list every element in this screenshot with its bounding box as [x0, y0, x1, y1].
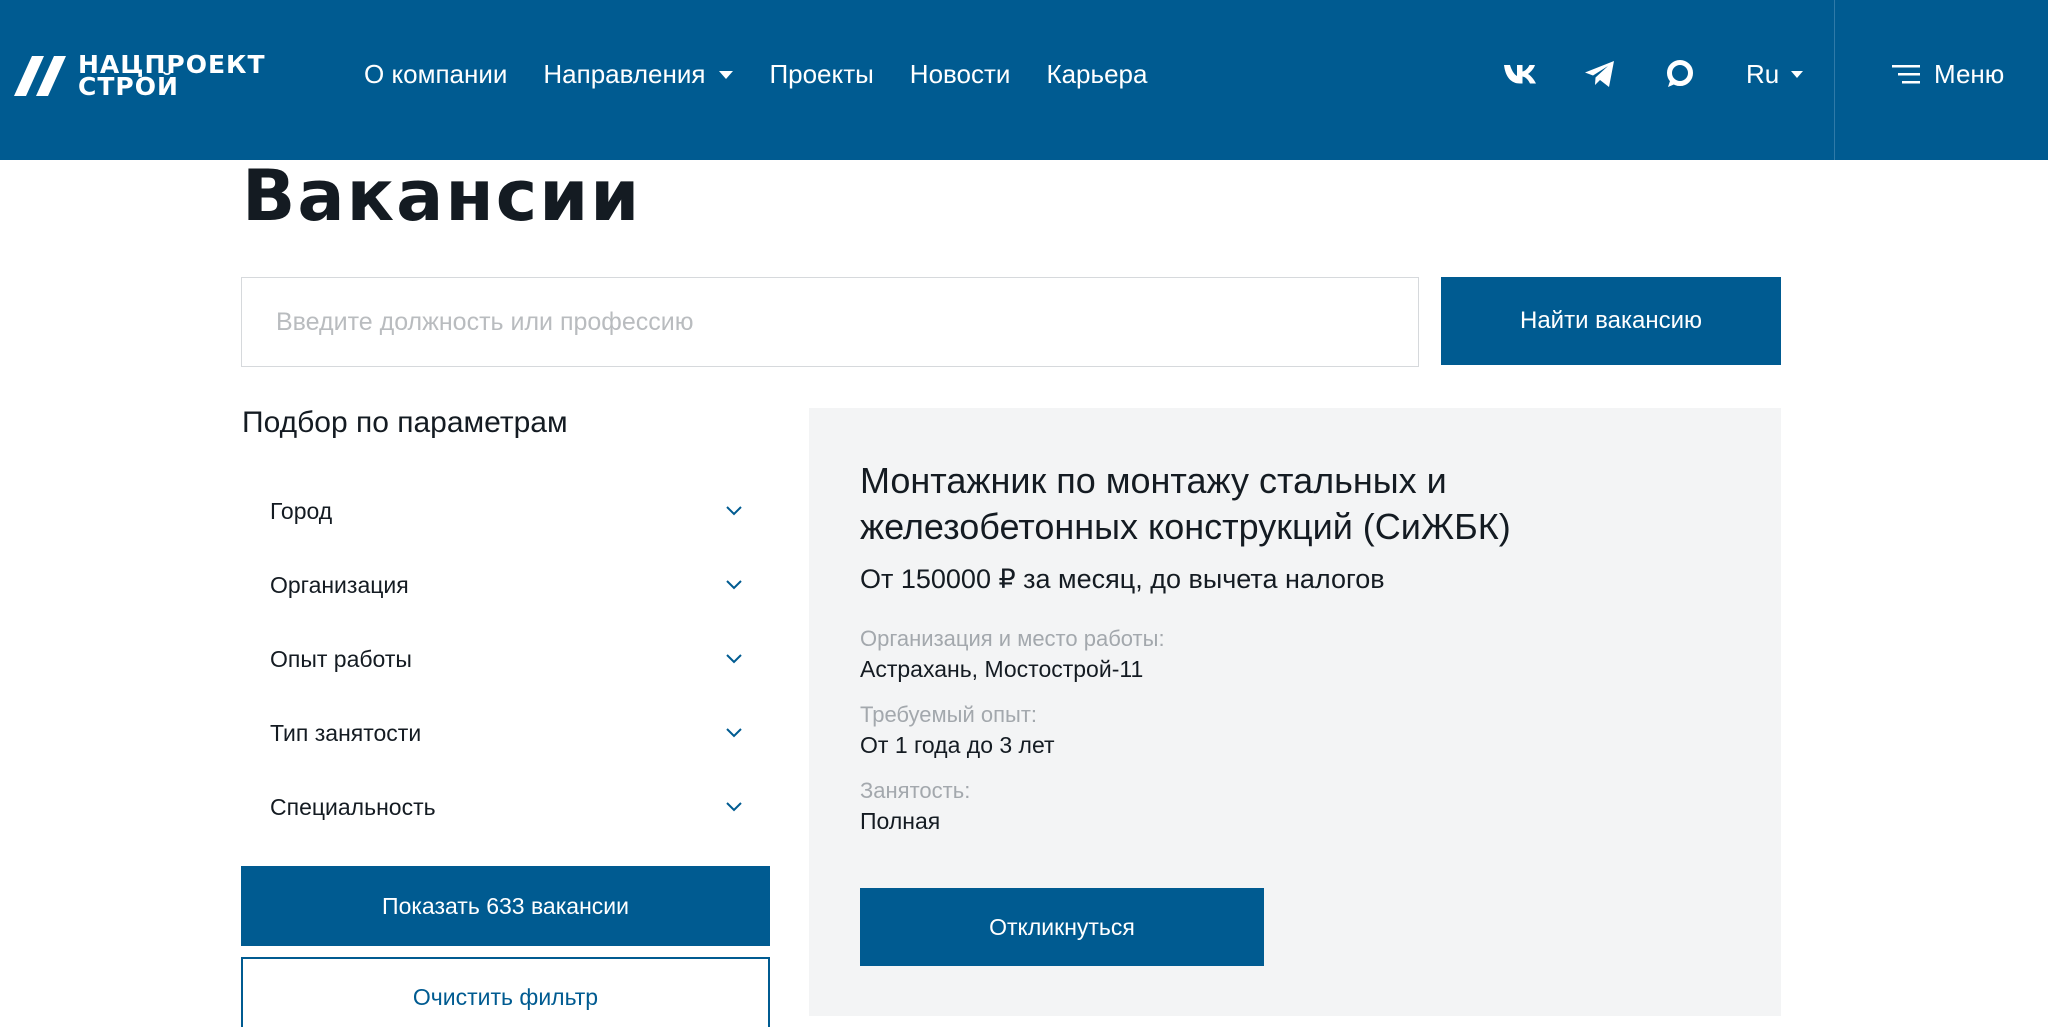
logo-slashes-icon	[14, 56, 66, 96]
nav-item-label: О компании	[364, 58, 508, 89]
vacancy-org-label: Организация и место работы:	[860, 626, 1165, 651]
find-vacancy-button[interactable]: Найти вакансию	[1441, 277, 1781, 365]
respond-button[interactable]: Откликнуться	[860, 888, 1264, 966]
page-title: Вакансии	[242, 155, 642, 237]
main-nav: О компании Направления Проекты Новости К…	[364, 52, 1183, 96]
vacancy-experience-value: От 1 года до 3 лет	[860, 732, 1055, 758]
vacancy-org-value: Астрахань, Мостострой-11	[860, 656, 1144, 682]
chevron-down-icon	[726, 728, 742, 738]
vacancy-experience-label: Требуемый опыт:	[860, 702, 1038, 727]
filter-specialty[interactable]: Специальность	[242, 777, 770, 837]
filter-city[interactable]: Город	[242, 481, 770, 541]
chevron-down-icon	[719, 71, 734, 79]
chevron-down-icon	[726, 580, 742, 590]
show-vacancies-button[interactable]: Показать 633 вакансии	[241, 866, 770, 946]
vacancy-title[interactable]: Монтажник по монтажу стальных и железобе…	[860, 458, 1580, 550]
nav-item-label: Новости	[909, 58, 1011, 89]
max-messenger-icon[interactable]	[1662, 56, 1698, 92]
nav-item-projects[interactable]: Проекты	[769, 59, 873, 90]
filter-organization[interactable]: Организация	[242, 555, 770, 615]
nav-item-directions[interactable]: Направления	[543, 58, 734, 90]
filter-label: Организация	[270, 571, 409, 598]
filter-employment-type[interactable]: Тип занятости	[242, 703, 770, 763]
filter-label: Тип занятости	[270, 719, 422, 746]
clear-filter-button[interactable]: Очистить фильтр	[241, 957, 770, 1027]
filter-experience[interactable]: Опыт работы	[242, 629, 770, 689]
logo[interactable]: НАЦПРОЕКТ СТРОЙ	[14, 52, 314, 101]
filter-label: Город	[270, 497, 333, 524]
language-selector[interactable]: Ru	[1746, 56, 1804, 92]
filters-title: Подбор по параметрам	[242, 406, 568, 439]
telegram-icon[interactable]	[1582, 56, 1618, 92]
vacancy-salary: От 150000 ₽ за месяц, до вычета налогов	[860, 564, 1385, 594]
nav-item-label: Проекты	[769, 58, 874, 89]
header-divider	[1834, 0, 1835, 160]
site-header: НАЦПРОЕКТ СТРОЙ О компании Направления П…	[0, 0, 2048, 160]
chevron-down-icon	[726, 506, 742, 516]
menu-label: Меню	[1934, 58, 2005, 89]
hamburger-icon	[1892, 65, 1920, 84]
vacancy-employment-value: Полная	[860, 808, 941, 834]
language-label: Ru	[1746, 58, 1780, 89]
nav-item-career[interactable]: Карьера	[1046, 59, 1147, 90]
chevron-down-icon	[726, 654, 742, 664]
vk-icon[interactable]	[1502, 56, 1538, 92]
chevron-down-icon	[726, 802, 742, 812]
chevron-down-icon	[1791, 70, 1804, 78]
logo-text: НАЦПРОЕКТ СТРОЙ	[78, 52, 266, 101]
filter-label: Опыт работы	[270, 645, 412, 672]
vacancy-employment-label: Занятость:	[860, 778, 971, 803]
search-input[interactable]	[241, 277, 1419, 367]
nav-item-label: Карьера	[1046, 58, 1148, 89]
nav-item-about[interactable]: О компании	[364, 59, 507, 90]
filter-label: Специальность	[270, 793, 436, 820]
logo-line-2: СТРОЙ	[78, 72, 179, 101]
nav-item-news[interactable]: Новости	[910, 59, 1011, 90]
menu-button[interactable]: Меню	[1892, 56, 2004, 92]
nav-item-label: Направления	[543, 58, 706, 89]
vacancy-card: Монтажник по монтажу стальных и железобе…	[809, 408, 1781, 1016]
